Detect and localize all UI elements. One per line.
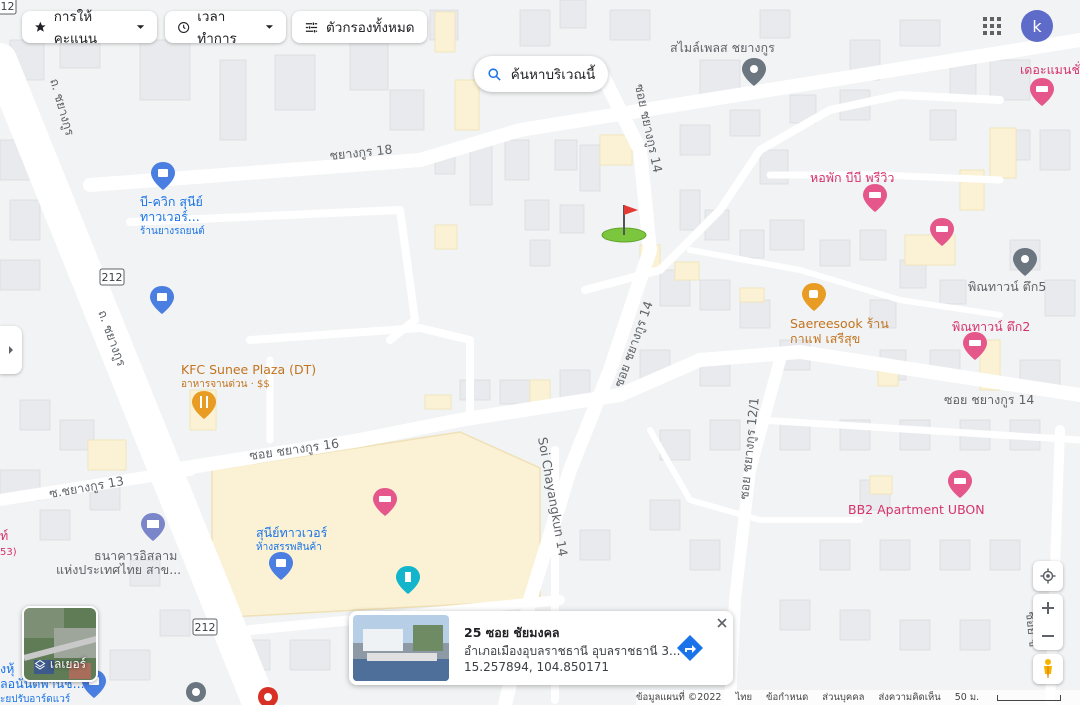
label-sunee-tower: สุนีย์ทาวเวอร์ <box>256 525 328 541</box>
zoom-in-icon[interactable] <box>1041 601 1055 615</box>
pegman-icon <box>1044 659 1052 679</box>
place-coordinates: 15.257894, 104.850171 <box>464 660 610 674</box>
place-address: อำเภอเมืองอุบลราชธานี อุบลราชธานี 3... <box>464 644 681 658</box>
all-filters-button[interactable]: ตัวกรองทั้งหมด <box>292 11 427 43</box>
chevron-down-icon <box>136 25 145 29</box>
my-location-button[interactable] <box>1033 561 1063 591</box>
search-icon <box>488 67 501 81</box>
map-footer: ข้อมูลแผนที่ ©2022 ไทย ข้อกำหนด ส่วนบุคค… <box>636 690 1080 705</box>
star-icon <box>35 21 46 32</box>
scale-indicator[interactable]: 50 ม. <box>955 690 1075 705</box>
feedback-link[interactable]: ส่งความคิดเห็น <box>878 690 940 705</box>
label-left-cut-1: ท์ <box>0 528 8 543</box>
directions-icon[interactable] <box>675 633 705 663</box>
label-the-mansion: เดอะแมนชั่ <box>1020 61 1080 77</box>
label-smile-place: สไมล์เพลส ชยางกูร <box>670 40 775 56</box>
svg-text:212: 212 <box>0 0 15 13</box>
label-bank-2: แห่งประเทศไทย สาข... <box>56 562 181 577</box>
account-avatar[interactable]: k <box>1021 10 1053 42</box>
terms-link[interactable]: ข้อกำหนด <box>766 690 808 705</box>
street-view-thumbnail <box>353 615 449 681</box>
pegman-button[interactable] <box>1033 654 1063 684</box>
layers-button[interactable]: เลเยอร์ <box>22 606 98 682</box>
label-saereesook-2: กาแฟ เสรีสุข <box>790 331 860 347</box>
label-phinnathown-5: พิณทาวน์ ตึก5 <box>968 279 1046 294</box>
map-data-credit: ข้อมูลแผนที่ ©2022 <box>636 692 722 703</box>
rating-filter-label: การให้คะแนน <box>53 9 98 47</box>
label-bquik-sub: ร้านยางรถยนต์ <box>140 225 205 237</box>
label-kfc-sub: อาหารจานด่วน · $$ <box>181 379 270 390</box>
label-bottom-left-3: ะยปรับอาร์ดแวร์ <box>0 693 71 705</box>
language-link[interactable]: ไทย <box>735 690 752 705</box>
expand-side-panel-button[interactable] <box>0 326 22 374</box>
apps-grid-icon[interactable] <box>982 16 1002 36</box>
zoom-controls <box>1033 594 1063 650</box>
label-bb2: BB2 Apartment UBON <box>848 502 985 517</box>
label-bottom-left-1: งหุ้ <box>0 661 14 677</box>
label-bquik-2: ทาวเวอร์... <box>140 209 200 224</box>
label-kfc: KFC Sunee Plaza (DT) <box>181 362 316 377</box>
scale-bar <box>997 694 1062 701</box>
label-saereesook-1: Saereesook ร้าน <box>790 316 889 331</box>
layers-icon <box>34 659 46 670</box>
place-info-card[interactable]: 25 ซอย ชัยมงคล อำเภอเมืองอุบลราชธานี อุบ… <box>349 611 733 685</box>
label-phinnathown-2: พิณทาวน์ ตึก2 <box>952 319 1030 334</box>
hours-filter-label: เวลาทำการ <box>197 9 237 47</box>
label-left-cut-2: 53) <box>0 547 17 558</box>
label-dorm-bb: หอพัก บีบี พรีวิว <box>810 170 894 185</box>
label-sunee-tower-sub: ห้างสรรพสินค้า <box>256 541 322 553</box>
hours-filter-button[interactable]: เวลาทำการ <box>165 9 286 47</box>
zoom-out-icon[interactable] <box>1041 629 1055 643</box>
rating-filter-button[interactable]: การให้คะแนน <box>22 9 157 47</box>
privacy-link[interactable]: ส่วนบุคคล <box>822 690 864 705</box>
search-this-area-label: ค้นหาบริเวณนี้ <box>510 67 596 83</box>
layers-label: เลเยอร์ <box>49 657 87 671</box>
map-canvas[interactable]: 212 212 212 ถ. ชยางกูร ถ. ชยางกูร ชยางกู… <box>0 0 1080 705</box>
place-title: 25 ซอย ชัยมงคล <box>464 625 560 640</box>
road-label-14-right: ซอย ชยางกูร 14 <box>944 392 1034 408</box>
tune-icon <box>305 22 318 32</box>
search-this-area-button[interactable]: ค้นหาบริเวณนี้ <box>474 56 608 92</box>
close-icon[interactable] <box>714 615 730 631</box>
svg-text:212: 212 <box>102 271 123 284</box>
scale-label: 50 ม. <box>954 692 980 703</box>
chevron-right-icon <box>9 346 13 354</box>
all-filters-label: ตัวกรองทั้งหมด <box>326 20 415 36</box>
place-photo[interactable] <box>353 615 449 681</box>
layers-label-row: เลเยอร์ <box>24 655 96 674</box>
svg-text:212: 212 <box>195 621 216 634</box>
pin-bottom-gray[interactable] <box>186 682 206 702</box>
label-bquik-1: บี-ควิก สุนีย์ <box>140 194 203 210</box>
clock-icon <box>178 21 190 33</box>
chevron-down-icon <box>266 25 274 29</box>
location-crosshair-icon <box>1040 568 1056 584</box>
label-bank-1: ธนาคารอิสลาม <box>94 548 177 563</box>
